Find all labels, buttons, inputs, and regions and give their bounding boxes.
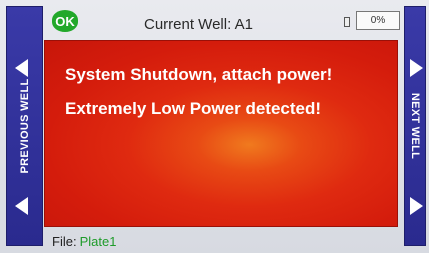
file-name: Plate1 [79, 234, 117, 249]
ok-status-badge[interactable]: OK [52, 10, 78, 32]
battery-percent: 0% [356, 11, 400, 30]
battery-icon [344, 17, 350, 27]
header-bar: OK Current Well: A1 0% [44, 8, 402, 36]
previous-well-button[interactable]: PREVIOUS WELL [6, 6, 43, 246]
shutdown-alert-panel: System Shutdown, attach power! Extremely… [44, 40, 398, 227]
next-well-button[interactable]: NEXT WELL [404, 6, 426, 246]
file-info: File: Plate1 [52, 234, 116, 249]
arrow-right-icon [410, 197, 423, 215]
file-label: File: [52, 234, 77, 249]
device-screen: PREVIOUS WELL OK Current Well: A1 0% Sys… [0, 0, 429, 253]
arrow-left-icon [15, 197, 28, 215]
arrow-right-icon [410, 59, 423, 77]
previous-well-label: PREVIOUS WELL [18, 78, 31, 174]
alert-message-low-power: Extremely Low Power detected! [65, 99, 322, 118]
arrow-left-icon [15, 59, 28, 77]
current-well-title: Current Well: A1 [144, 16, 253, 33]
alert-message-shutdown: System Shutdown, attach power! [65, 65, 333, 84]
next-well-label: NEXT WELL [409, 92, 421, 160]
